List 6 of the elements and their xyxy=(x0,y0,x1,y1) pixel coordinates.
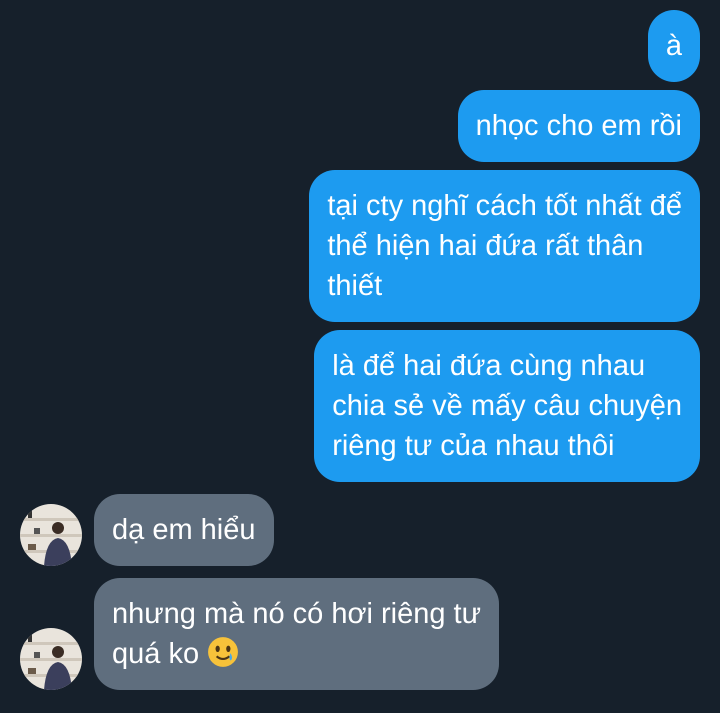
sent-message: nhọc cho em rồi xyxy=(458,90,700,162)
sent-message: à xyxy=(648,10,700,82)
received-message: dạ em hiểu xyxy=(94,494,274,566)
sent-message: tại cty nghĩ cách tốt nhất để thể hiện hai đứa rất thân thiết xyxy=(309,170,700,322)
sent-message: là để hai đứa cùng nhau chia sẻ về mấy câu chuyện riêng tư của nhau thôi xyxy=(314,330,700,482)
received-message: nhưng mà nó có hơi riêng tư quá ko xyxy=(94,578,499,690)
